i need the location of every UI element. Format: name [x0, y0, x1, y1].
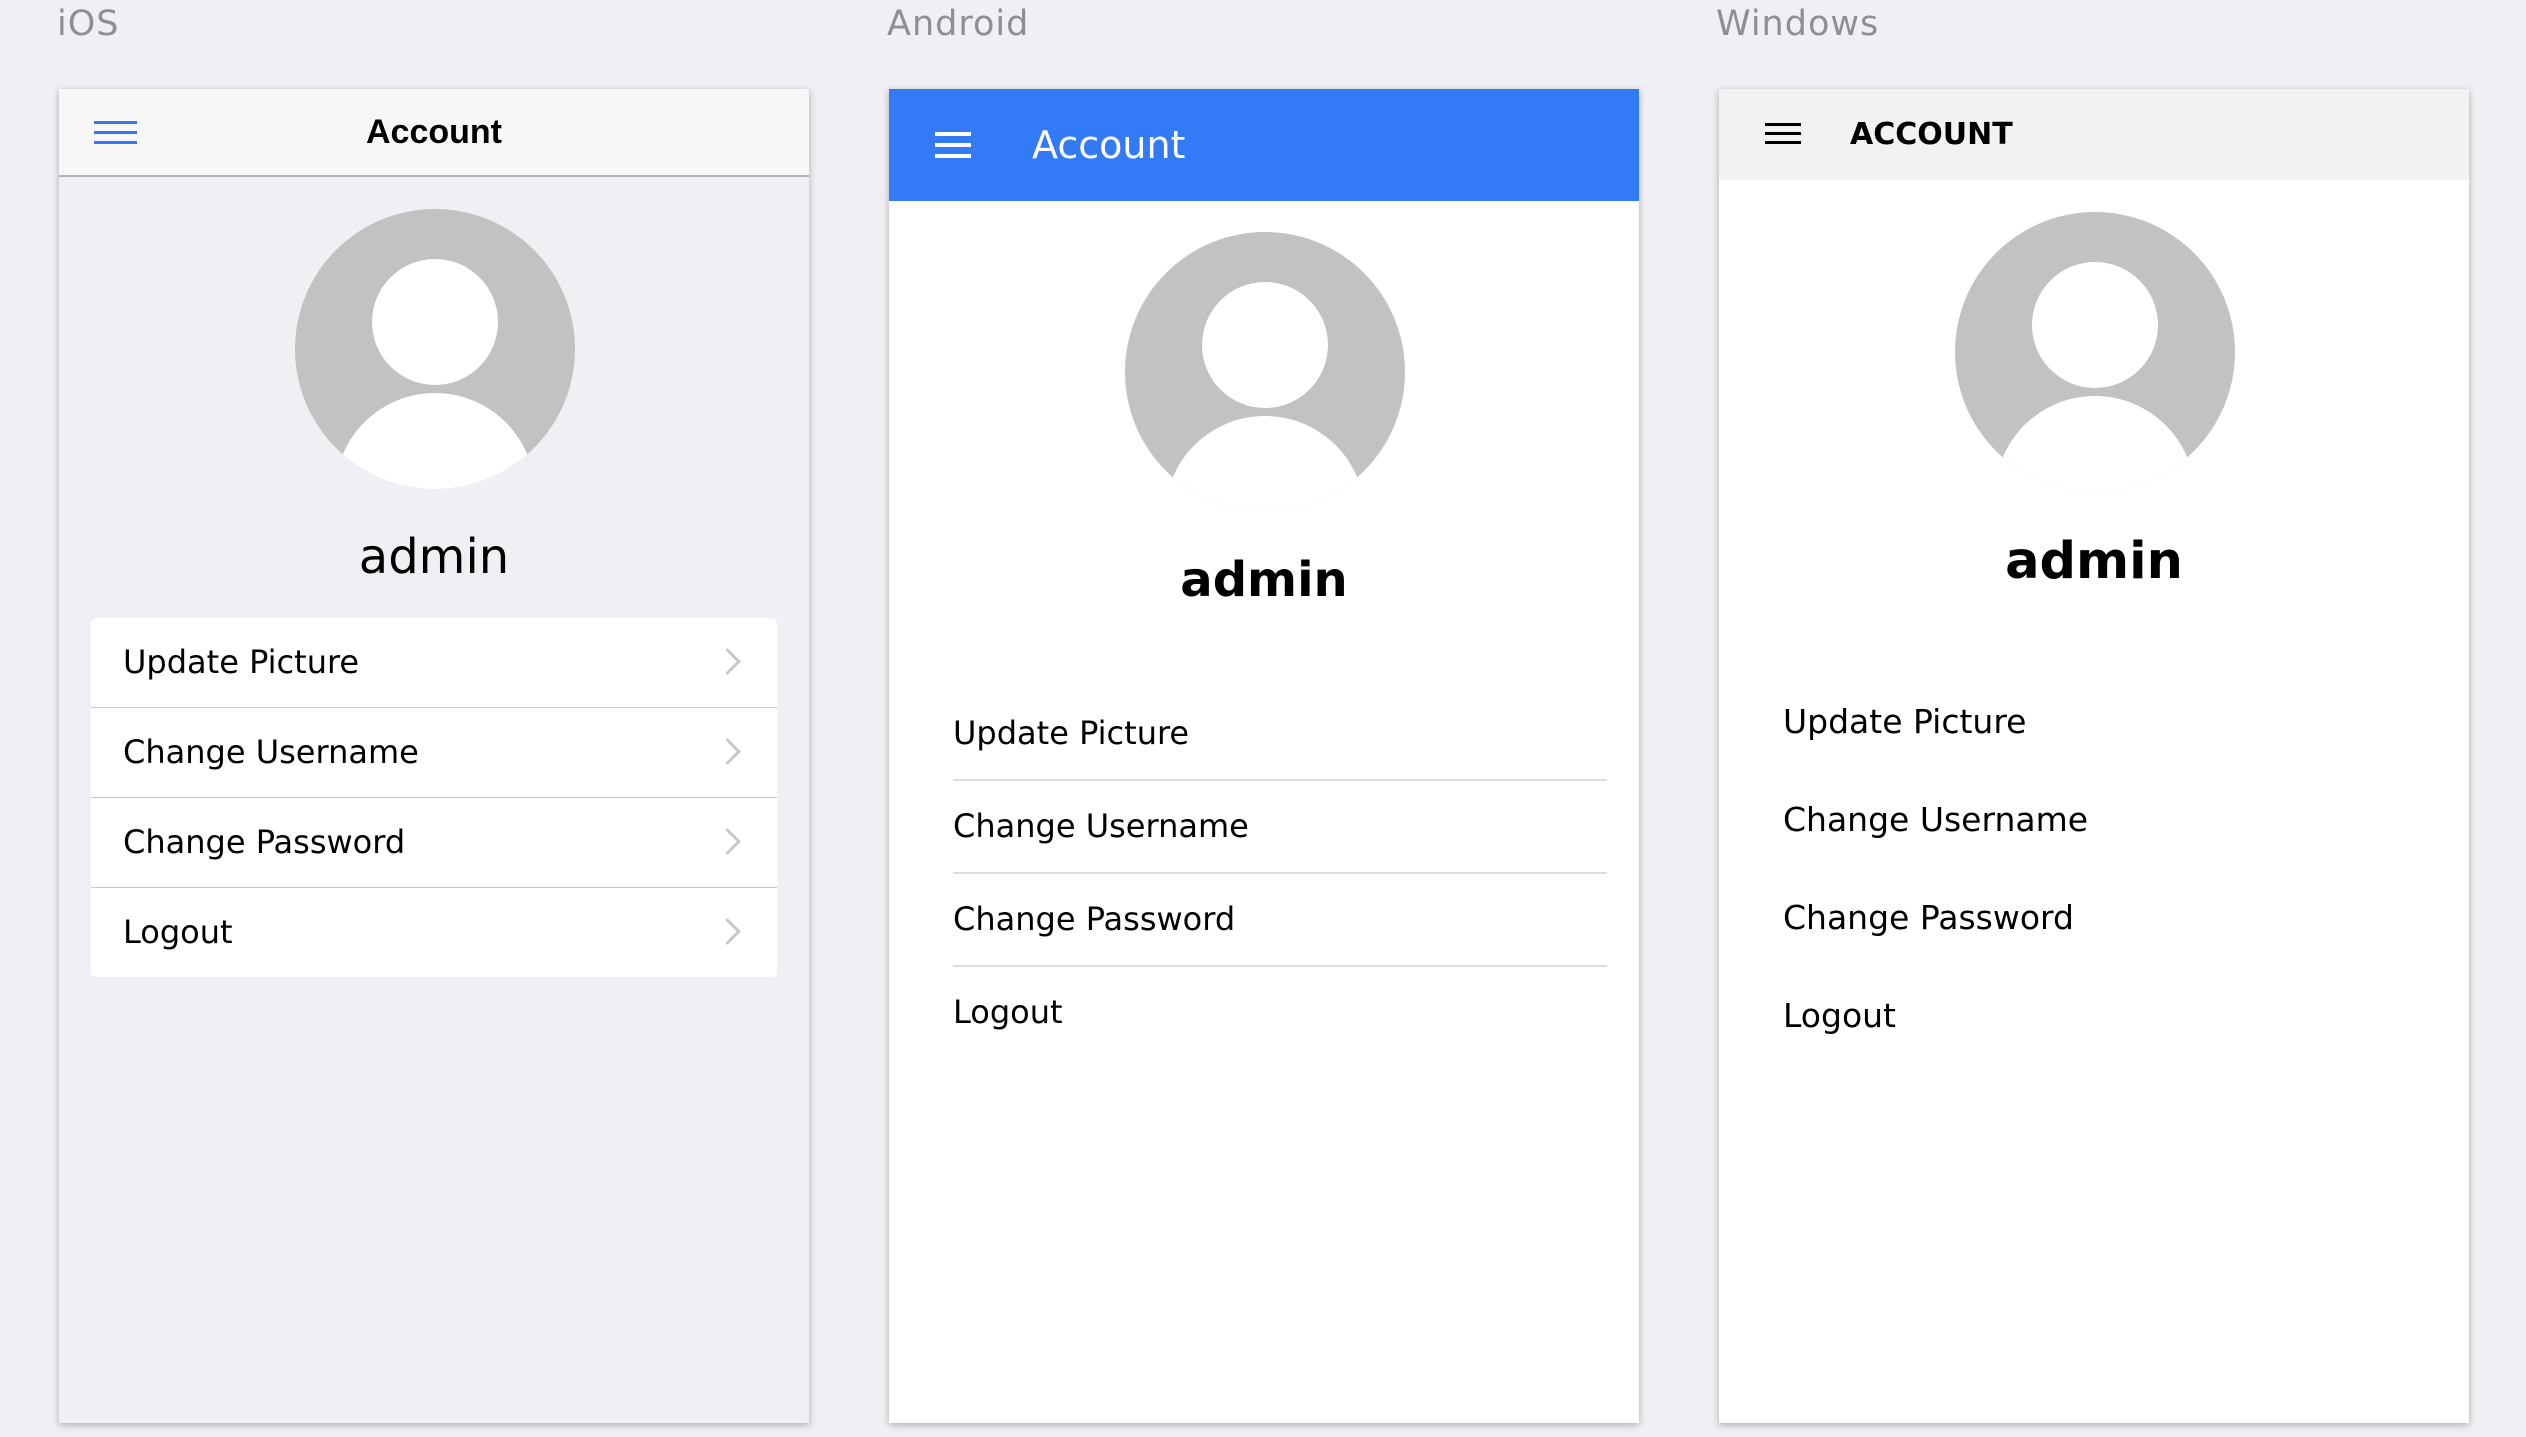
chevron-right-icon	[714, 738, 741, 765]
menu-item-logout[interactable]: Logout	[91, 888, 777, 977]
platform-label-ios: iOS	[57, 4, 120, 44]
navigation-bar: Account	[59, 89, 809, 177]
menu-item-label: Change Password	[1783, 898, 2074, 937]
menu-item-label: Update Picture	[953, 714, 1190, 752]
menu-item-change-password[interactable]: Change Password	[953, 874, 1607, 967]
menu-item-label: Logout	[1783, 996, 1896, 1035]
menu-item-label: Change Password	[953, 900, 1236, 938]
username-label: admin	[358, 529, 510, 585]
user-avatar-icon[interactable]	[1955, 212, 2235, 492]
menu-item-change-username[interactable]: Change Username	[1783, 771, 2437, 869]
menu-item-label: Update Picture	[123, 643, 360, 681]
chevron-right-icon	[714, 918, 741, 945]
menu-item-label: Change Username	[123, 733, 419, 771]
android-account-screen: Account admin Update Picture Change User…	[889, 89, 1639, 1423]
menu-item-update-picture[interactable]: Update Picture	[91, 618, 777, 708]
page-title: Account	[366, 113, 502, 151]
windows-account-screen: ACCOUNT admin Update Picture Change User…	[1719, 89, 2469, 1423]
menu-item-label: Change Username	[1783, 800, 2089, 839]
menu-item-label: Update Picture	[1783, 702, 2027, 741]
menu-item-update-picture[interactable]: Update Picture	[953, 688, 1607, 781]
user-avatar-icon[interactable]	[295, 209, 575, 489]
menu-item-logout[interactable]: Logout	[1783, 967, 2437, 1065]
username-label: admin	[2005, 532, 2183, 591]
menu-item-change-password[interactable]: Change Password	[91, 798, 777, 888]
menu-item-change-username[interactable]: Change Username	[91, 708, 777, 798]
menu-item-label: Change Password	[123, 823, 406, 861]
menu-item-label: Logout	[953, 993, 1063, 1031]
app-toolbar: Account	[889, 89, 1639, 201]
header-bar: ACCOUNT	[1719, 89, 2469, 180]
username-label: admin	[1180, 552, 1348, 608]
chevron-right-icon	[714, 648, 741, 675]
account-menu: Update Picture Change Username Change Pa…	[953, 688, 1607, 1058]
user-avatar-icon[interactable]	[1125, 232, 1405, 512]
chevron-right-icon	[714, 828, 741, 855]
hamburger-icon[interactable]	[1765, 123, 1801, 145]
menu-item-label: Change Username	[953, 807, 1249, 845]
account-menu: Update Picture Change Username Change Pa…	[91, 618, 777, 977]
platform-label-windows: Windows	[1716, 4, 1880, 44]
menu-item-change-password[interactable]: Change Password	[1783, 869, 2437, 967]
hamburger-icon[interactable]	[935, 132, 971, 158]
account-menu: Update Picture Change Username Change Pa…	[1783, 673, 2437, 1065]
platform-label-android: Android	[887, 4, 1030, 44]
page-title: Account	[1032, 123, 1186, 167]
menu-item-logout[interactable]: Logout	[953, 967, 1607, 1058]
menu-item-change-username[interactable]: Change Username	[953, 781, 1607, 874]
menu-item-label: Logout	[123, 913, 233, 951]
ios-account-screen: Account admin Update Picture Change User…	[59, 89, 809, 1423]
page-title: ACCOUNT	[1850, 117, 2013, 152]
menu-item-update-picture[interactable]: Update Picture	[1783, 673, 2437, 771]
